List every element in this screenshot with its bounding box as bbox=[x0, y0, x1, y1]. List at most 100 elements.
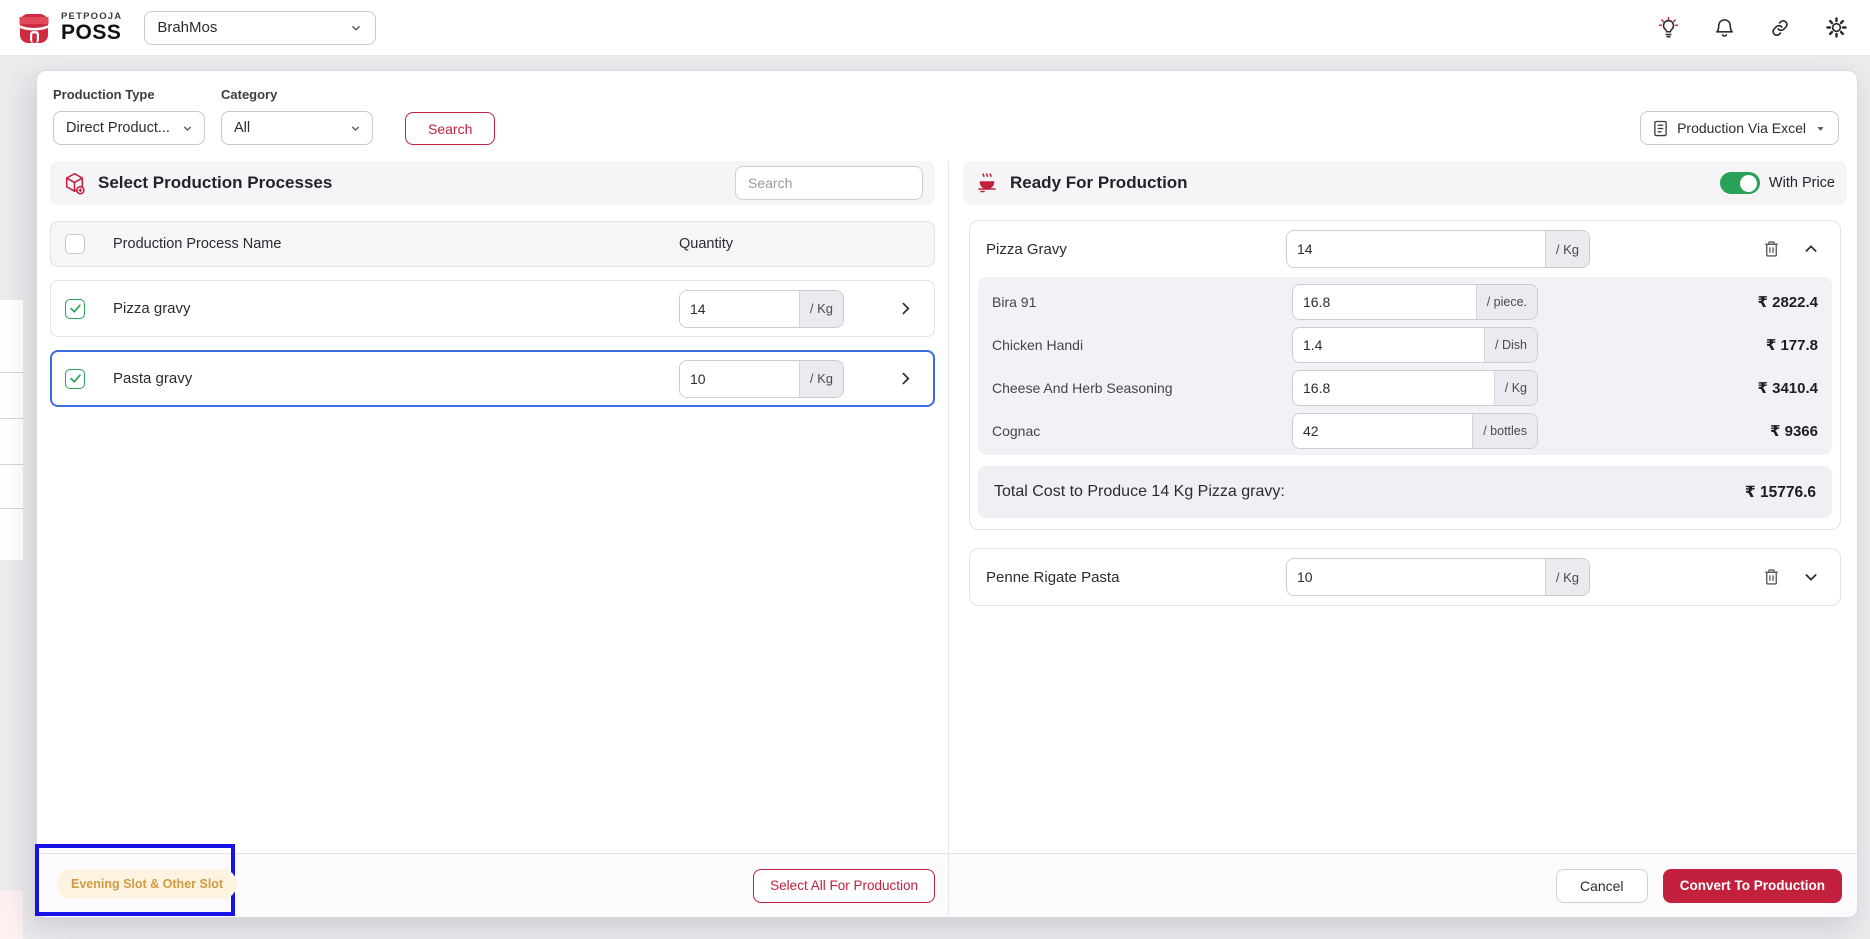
quantity-input[interactable] bbox=[1287, 231, 1545, 267]
ingredient-qty-input[interactable] bbox=[1293, 327, 1485, 362]
background-page-fragment-pink bbox=[0, 891, 23, 939]
production-card-pizza-gravy: Pizza Gravy / Kg bbox=[969, 220, 1841, 530]
quantity-input-group: / Kg bbox=[679, 289, 844, 328]
notifications-bell-icon[interactable] bbox=[1712, 16, 1736, 40]
select-processes-title: Select Production Processes bbox=[98, 173, 333, 192]
collapse-card-button[interactable] bbox=[1798, 236, 1824, 262]
quantity-unit: / Kg bbox=[1544, 559, 1589, 595]
ingredient-name: Cheese And Herb Seasoning bbox=[992, 379, 1173, 396]
process-name: Pizza gravy bbox=[113, 300, 191, 317]
caret-down-icon bbox=[1817, 126, 1824, 131]
ingredient-price: ₹ 177.8 bbox=[1765, 336, 1818, 354]
with-price-label: With Price bbox=[1768, 175, 1835, 191]
ingredient-row: Chicken Handi / Dish ₹ 177.8 bbox=[978, 323, 1832, 366]
quantity-unit: / Kg bbox=[1544, 231, 1589, 267]
select-processes-header: Select Production Processes bbox=[50, 161, 935, 205]
ready-for-production-panel: Ready For Production With Price Pizza Gr… bbox=[949, 161, 1857, 853]
brand-name-bottom: POSS bbox=[61, 21, 122, 45]
process-name: Pasta gravy bbox=[113, 370, 193, 387]
quantity-unit: / Kg bbox=[798, 360, 843, 397]
ingredient-row: Cheese And Herb Seasoning / Kg ₹ 3410.4 bbox=[978, 366, 1832, 409]
background-page-fragment bbox=[0, 300, 23, 560]
ingredient-name: Bira 91 bbox=[992, 293, 1037, 310]
row-checkbox[interactable] bbox=[65, 368, 85, 389]
production-type-select[interactable]: Direct Product... bbox=[53, 111, 205, 145]
ingredient-price: ₹ 9366 bbox=[1770, 422, 1818, 440]
chevron-down-icon bbox=[183, 125, 192, 131]
category-select[interactable]: All bbox=[221, 111, 373, 145]
process-row-pizza-gravy[interactable]: Pizza gravy / Kg bbox=[50, 280, 935, 337]
total-cost-row: Total Cost to Produce 14 Kg Pizza gravy:… bbox=[978, 466, 1832, 518]
process-search-input[interactable] bbox=[735, 166, 923, 200]
quantity-input-group: / Kg bbox=[679, 359, 844, 398]
ingredient-qty-input[interactable] bbox=[1293, 413, 1473, 448]
ingredient-qty-group: / bottles bbox=[1292, 412, 1538, 449]
card-name: Penne Rigate Pasta bbox=[986, 568, 1120, 586]
ingredient-qty-group: / Dish bbox=[1292, 326, 1538, 363]
hot-dish-icon bbox=[978, 173, 996, 193]
ingredient-row: Cognac / bottles ₹ 9366 bbox=[978, 409, 1832, 452]
filter-bar: Production Type Direct Product... Catego… bbox=[37, 71, 1857, 161]
with-price-toggle[interactable] bbox=[1719, 172, 1760, 194]
production-via-excel-label: Production Via Excel bbox=[1677, 120, 1806, 136]
ingredient-name: Chicken Handi bbox=[992, 336, 1084, 353]
ingredient-qty-input[interactable] bbox=[1293, 370, 1494, 405]
production-cube-icon bbox=[65, 172, 85, 194]
ingredient-price: ₹ 2822.4 bbox=[1757, 293, 1818, 311]
ingredient-price: ₹ 3410.4 bbox=[1757, 379, 1818, 397]
ingredient-unit: / bottles bbox=[1472, 413, 1537, 448]
production-card-penne-rigate-pasta: Penne Rigate Pasta / Kg bbox=[969, 548, 1841, 606]
production-modal: Production Type Direct Product... Catego… bbox=[35, 70, 1858, 918]
topbar: PETPOOJA POSS BrahMos bbox=[0, 0, 1870, 56]
check-icon bbox=[69, 374, 81, 383]
settings-gear-icon[interactable] bbox=[1824, 16, 1848, 40]
ingredient-qty-group: / Kg bbox=[1292, 369, 1538, 406]
chevron-right-icon[interactable] bbox=[897, 370, 914, 387]
chevron-right-icon[interactable] bbox=[897, 300, 914, 317]
chevron-down-icon bbox=[351, 125, 360, 131]
ingredient-name: Cognac bbox=[992, 422, 1041, 439]
ingredient-unit: / piece. bbox=[1475, 284, 1537, 319]
delete-card-button[interactable] bbox=[1758, 236, 1784, 262]
column-process-name: Production Process Name bbox=[113, 236, 282, 252]
quantity-input[interactable] bbox=[680, 290, 799, 327]
production-via-excel-button[interactable]: Production Via Excel bbox=[1640, 111, 1839, 145]
total-cost-label: Total Cost to Produce 14 Kg Pizza gravy: bbox=[994, 483, 1285, 500]
ingredient-qty-input[interactable] bbox=[1293, 284, 1476, 319]
delete-card-button[interactable] bbox=[1758, 564, 1784, 590]
ingredient-qty-group: / piece. bbox=[1292, 283, 1538, 320]
select-all-checkbox[interactable] bbox=[65, 234, 85, 254]
ingredient-unit: / Kg bbox=[1493, 370, 1537, 405]
link-icon[interactable] bbox=[1768, 16, 1792, 40]
outlet-dropdown[interactable]: BrahMos bbox=[144, 10, 377, 45]
tips-bulb-icon[interactable] bbox=[1656, 16, 1680, 40]
process-row-pasta-gravy[interactable]: Pasta gravy / Kg bbox=[50, 350, 935, 407]
quantity-input-group: / Kg bbox=[1286, 230, 1590, 268]
select-processes-panel: Select Production Processes Production P… bbox=[37, 161, 949, 853]
ingredients-list: Bira 91 / piece. ₹ 2822.4 Chicken Handi … bbox=[978, 277, 1832, 455]
expand-card-button[interactable] bbox=[1798, 564, 1824, 590]
convert-to-production-button[interactable]: Convert To Production bbox=[1662, 868, 1842, 903]
category-value: All bbox=[234, 120, 251, 136]
production-type-label: Production Type bbox=[53, 87, 155, 102]
outlet-dropdown-value: BrahMos bbox=[157, 19, 218, 36]
highlight-box: Evening Slot & Other Slot bbox=[35, 844, 238, 916]
card-header: Pizza Gravy / Kg bbox=[970, 221, 1840, 277]
search-button[interactable]: Search bbox=[405, 112, 496, 145]
chevron-down-icon bbox=[1805, 574, 1817, 581]
chevron-up-icon bbox=[1805, 245, 1817, 252]
card-header: Penne Rigate Pasta / Kg bbox=[970, 549, 1840, 605]
toggle-knob bbox=[1739, 174, 1757, 192]
quantity-input[interactable] bbox=[1287, 559, 1545, 595]
select-all-for-production-button[interactable]: Select All For Production bbox=[753, 868, 935, 903]
row-checkbox[interactable] bbox=[65, 298, 85, 319]
cancel-button[interactable]: Cancel bbox=[1555, 868, 1648, 903]
production-type-value: Direct Product... bbox=[66, 120, 170, 136]
quantity-input-group: / Kg bbox=[1286, 558, 1590, 596]
trash-icon bbox=[1764, 569, 1778, 585]
total-cost-value: ₹ 15776.6 bbox=[1744, 483, 1816, 501]
ingredient-row: Bira 91 / piece. ₹ 2822.4 bbox=[978, 280, 1832, 323]
ingredient-unit: / Dish bbox=[1484, 327, 1537, 362]
evening-slot-badge[interactable]: Evening Slot & Other Slot bbox=[57, 869, 238, 899]
quantity-input[interactable] bbox=[680, 360, 799, 397]
